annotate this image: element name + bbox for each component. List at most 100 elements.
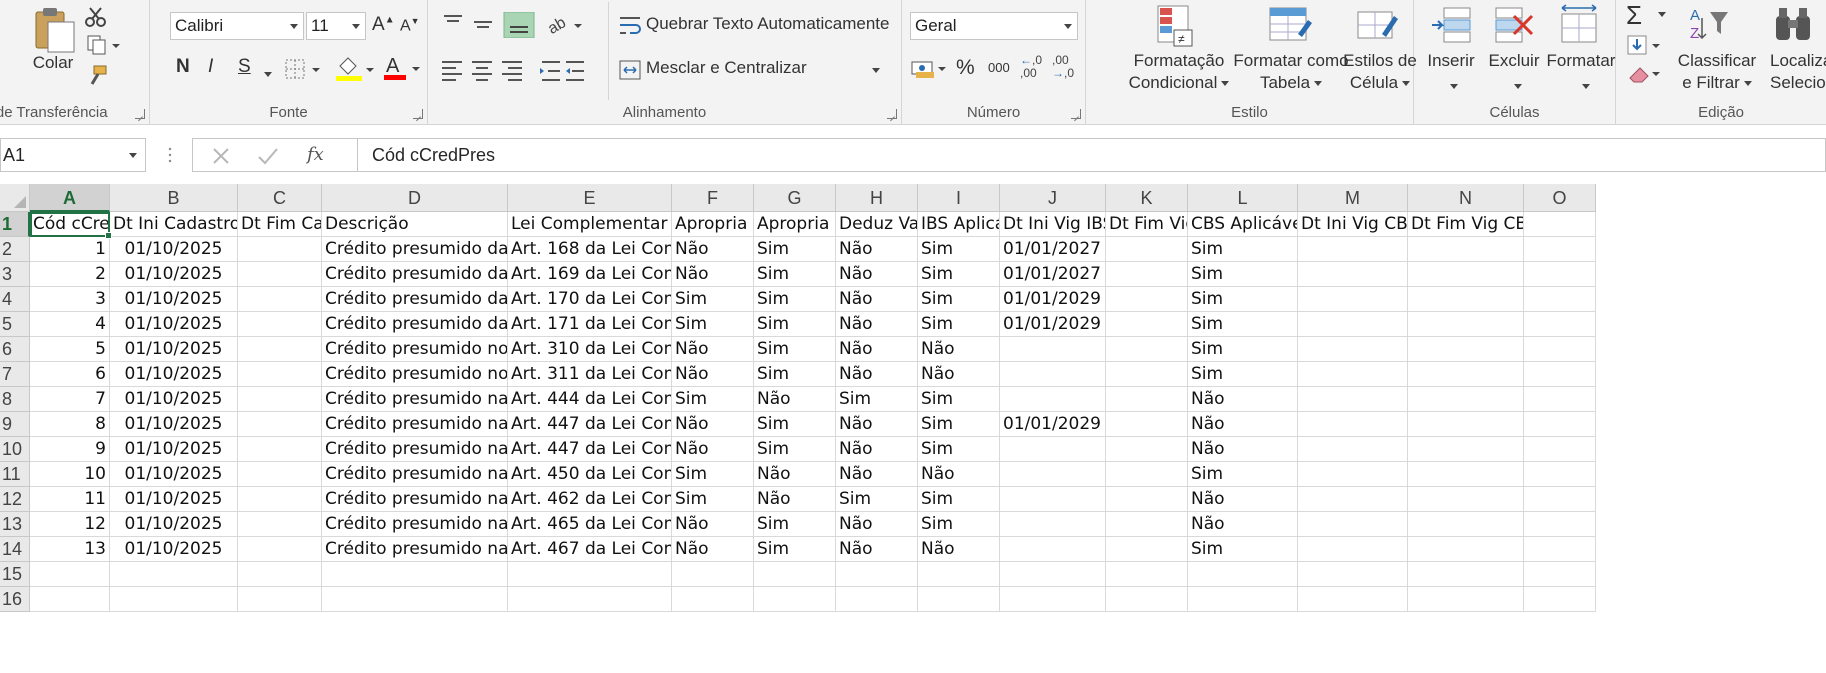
table-cell[interactable] (1524, 262, 1596, 287)
column-header-c[interactable]: C (238, 184, 322, 212)
format-button[interactable]: Formatar (1546, 4, 1616, 100)
table-cell[interactable]: Sim (1188, 262, 1298, 287)
table-cell[interactable] (1524, 312, 1596, 337)
table-cell[interactable]: Sim (1188, 312, 1298, 337)
chevron-down-icon[interactable] (129, 153, 137, 158)
fill-handle[interactable] (105, 232, 112, 239)
table-cell[interactable]: Não (672, 537, 754, 562)
number-format-combo[interactable]: Geral (910, 12, 1078, 40)
row-header-1[interactable]: 1 (0, 212, 30, 237)
column-header-f[interactable]: F (672, 184, 754, 212)
table-cell[interactable] (322, 587, 508, 612)
header-cell[interactable]: Dt Ini Vig CBS (1298, 212, 1408, 237)
table-cell[interactable]: Não (836, 437, 918, 462)
table-cell[interactable] (1106, 412, 1188, 437)
table-cell[interactable] (1106, 312, 1188, 337)
row-header-2[interactable]: 2 (0, 237, 30, 262)
table-cell[interactable] (1524, 512, 1596, 537)
table-cell[interactable] (1408, 387, 1524, 412)
table-cell[interactable]: 01/01/2029 (1000, 287, 1106, 312)
table-cell[interactable]: Sim (836, 387, 918, 412)
table-cell[interactable] (508, 587, 672, 612)
table-cell[interactable]: Sim (918, 487, 1000, 512)
table-cell[interactable] (238, 462, 322, 487)
header-cell[interactable]: Dt Fim Vig (1106, 212, 1188, 237)
table-cell[interactable] (754, 562, 836, 587)
chevron-down-icon[interactable] (260, 66, 272, 84)
table-cell[interactable]: Não (836, 512, 918, 537)
table-cell[interactable]: 01/10/2025 (110, 287, 238, 312)
table-cell[interactable] (1106, 237, 1188, 262)
table-cell[interactable]: Art. 169 da Lei Comp (508, 262, 672, 287)
table-cell[interactable]: Art. 310 da Lei Comp (508, 337, 672, 362)
table-cell[interactable]: Art. 170 da Lei Comp (508, 287, 672, 312)
table-cell[interactable]: Sim (672, 312, 754, 337)
column-header-k[interactable]: K (1106, 184, 1188, 212)
table-cell[interactable] (1524, 337, 1596, 362)
table-cell[interactable] (1298, 412, 1408, 437)
table-cell[interactable]: 01/10/2025 (110, 462, 238, 487)
font-name-combo[interactable]: Calibri (170, 12, 304, 40)
table-cell[interactable]: Sim (918, 437, 1000, 462)
table-cell[interactable]: Sim (754, 362, 836, 387)
table-cell[interactable] (238, 487, 322, 512)
header-cell[interactable]: Dt Fim Cad (238, 212, 322, 237)
table-cell[interactable] (918, 562, 1000, 587)
font-color-button[interactable]: A (382, 54, 426, 82)
table-cell[interactable]: Não (672, 512, 754, 537)
bold-button[interactable]: N (176, 56, 190, 78)
column-header-d[interactable]: D (322, 184, 508, 212)
column-header-a[interactable]: A (30, 184, 110, 212)
table-cell[interactable]: Não (836, 337, 918, 362)
table-cell[interactable]: Sim (754, 312, 836, 337)
header-cell[interactable]: Dt Fim Vig CBS (1408, 212, 1524, 237)
alignment-launcher-icon[interactable] (887, 109, 897, 119)
row-header-16[interactable]: 16 (0, 587, 30, 612)
table-cell[interactable]: 2 (30, 262, 110, 287)
merge-center-button[interactable]: Mesclar e Centralizar (618, 56, 898, 84)
conditional-formatting-button[interactable]: ≠ Formatação Condicional (1126, 4, 1230, 100)
table-cell[interactable] (1408, 262, 1524, 287)
table-cell[interactable] (1106, 562, 1188, 587)
chevron-down-icon[interactable] (1658, 12, 1666, 17)
table-cell[interactable] (1298, 537, 1408, 562)
table-cell[interactable]: Sim (754, 412, 836, 437)
table-cell[interactable]: 01/10/2025 (110, 487, 238, 512)
row-header-4[interactable]: 4 (0, 287, 30, 312)
insert-button[interactable]: Inserir (1420, 4, 1482, 100)
row-header-8[interactable]: 8 (0, 387, 30, 412)
table-cell[interactable] (1000, 487, 1106, 512)
underline-button[interactable]: S (238, 56, 251, 78)
table-cell[interactable] (1106, 462, 1188, 487)
table-cell[interactable]: Não (754, 387, 836, 412)
table-cell[interactable] (238, 537, 322, 562)
wrap-text-button[interactable]: Quebrar Texto Automaticamente (618, 12, 898, 40)
table-cell[interactable]: Não (1188, 512, 1298, 537)
table-cell[interactable]: Crédito presumido na a (322, 512, 508, 537)
table-cell[interactable] (1106, 512, 1188, 537)
table-cell[interactable] (1298, 587, 1408, 612)
column-header-g[interactable]: G (754, 184, 836, 212)
table-cell[interactable] (1106, 387, 1188, 412)
table-cell[interactable]: 01/10/2025 (110, 237, 238, 262)
header-cell[interactable]: IBS Aplicáv (918, 212, 1000, 237)
table-cell[interactable]: 1 (30, 237, 110, 262)
name-box[interactable]: A1 (0, 138, 146, 172)
table-cell[interactable]: 01/10/2025 (110, 512, 238, 537)
column-header-o[interactable]: O (1524, 184, 1596, 212)
table-cell[interactable] (1524, 287, 1596, 312)
table-cell[interactable] (322, 562, 508, 587)
table-cell[interactable] (1408, 487, 1524, 512)
table-cell[interactable] (1408, 587, 1524, 612)
table-cell[interactable] (1408, 287, 1524, 312)
header-cell[interactable]: Deduz Val (836, 212, 918, 237)
table-cell[interactable]: 01/10/2025 (110, 437, 238, 462)
table-cell[interactable]: Não (918, 537, 1000, 562)
table-cell[interactable]: 11 (30, 487, 110, 512)
insert-function-icon[interactable]: fx (307, 144, 324, 165)
table-cell[interactable]: 8 (30, 412, 110, 437)
table-cell[interactable] (1524, 562, 1596, 587)
table-cell[interactable] (238, 262, 322, 287)
table-cell[interactable] (238, 562, 322, 587)
table-cell[interactable] (1408, 237, 1524, 262)
